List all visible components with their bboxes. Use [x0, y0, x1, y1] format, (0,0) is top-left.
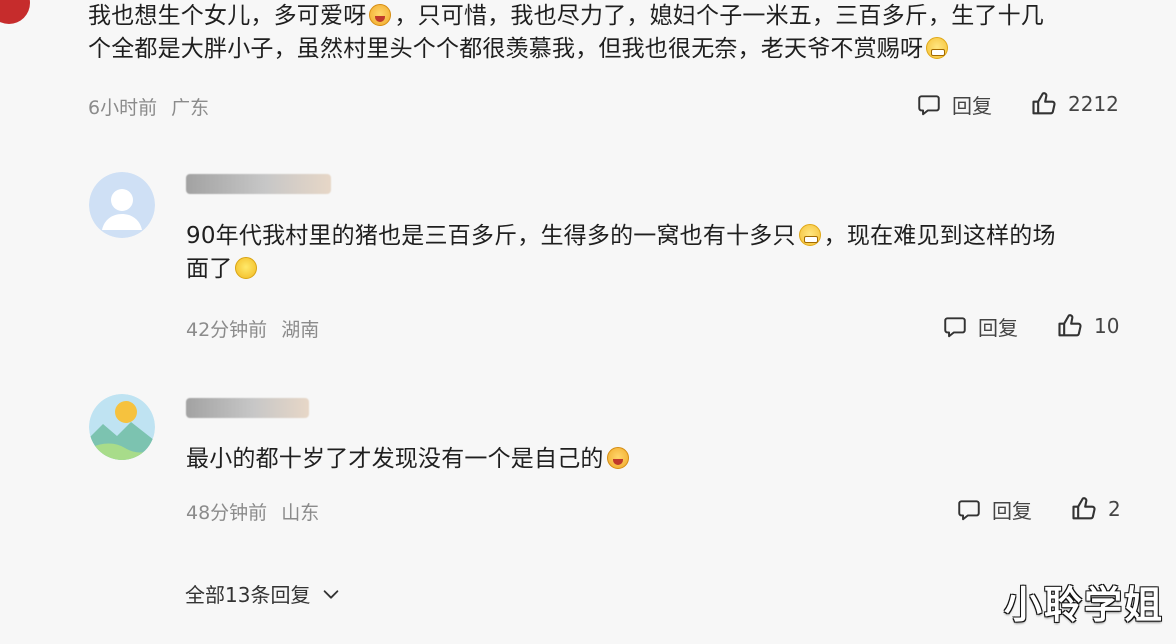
- default-user-avatar-icon: [89, 172, 155, 238]
- comment-2-meta: 42分钟前 湖南: [186, 315, 319, 342]
- grinning-emoji-icon: [798, 224, 821, 246]
- thumbs-up-icon: [1032, 92, 1056, 115]
- comment-3-like-count: 2: [1108, 497, 1121, 521]
- watermark-text: 小聆学姐: [1004, 583, 1165, 627]
- grinning-emoji-icon: [926, 37, 949, 60]
- avatar-landscape-user[interactable]: [89, 394, 155, 460]
- comment-1-reply-label: 回复: [952, 94, 992, 118]
- comment-bubble-icon: [918, 94, 940, 115]
- comment-1-time: 6小时前: [88, 97, 158, 119]
- comment-3-location: 山东: [281, 502, 320, 524]
- comment-1-meta: 6小时前 广东: [88, 93, 209, 120]
- comment-3-text: 最小的都十岁了才发现没有一个是自己的: [186, 443, 1086, 476]
- expand-all-replies-button[interactable]: 全部13条回复: [185, 579, 342, 608]
- comment-bubble-icon: [958, 499, 980, 520]
- thumbs-up-icon: [1058, 314, 1082, 337]
- smiling-emoji-icon: [235, 257, 258, 280]
- comment-2-like-button[interactable]: 10: [1056, 312, 1119, 340]
- comment-1-like-button[interactable]: 2212: [1030, 90, 1119, 118]
- comment-2-reply-button[interactable]: 回复: [942, 312, 1018, 341]
- landscape-avatar-icon: [89, 394, 155, 460]
- comment-2-time: 42分钟前: [186, 319, 268, 341]
- comment-1-location: 广东: [171, 97, 210, 119]
- thumbs-up-icon: [1072, 497, 1096, 520]
- laughing-emoji-icon: [606, 447, 629, 469]
- comment-1-like-count: 2212: [1068, 92, 1119, 116]
- comment-1-text: 我也想生个女儿，多可爱呀 ，只可惜，我也尽力了，媳妇个子一米五，三百多斤，生了十几…: [88, 0, 1148, 67]
- comment-1-line-1: 我也想生个女儿，多可爱呀 ，只可惜，我也尽力了，媳妇个子一米五，三百多斤，生了十几: [88, 3, 1045, 29]
- comment-1-line-2: 个全都是大胖小子，虽然村里头个个都很羡慕我，但我也很无奈，老天爷不赏赐呀: [88, 33, 1148, 66]
- comment-3-username-blurred[interactable]: [186, 398, 309, 418]
- comment-2-username-blurred[interactable]: [186, 174, 331, 194]
- avatar-default-user[interactable]: [89, 172, 155, 238]
- comment-1-reply-button[interactable]: 回复: [916, 90, 992, 119]
- comment-3-time: 48分钟前: [186, 502, 268, 524]
- laughing-emoji-icon: [369, 4, 392, 26]
- comment-2-location: 湖南: [281, 319, 320, 341]
- comment-3-like-button[interactable]: 2: [1070, 495, 1121, 523]
- comment-3-reply-label: 回复: [992, 499, 1032, 523]
- comment-2-like-count: 10: [1094, 314, 1120, 338]
- comment-3-meta: 48分钟前 山东: [186, 498, 319, 525]
- comment-3-reply-button[interactable]: 回复: [956, 495, 1032, 524]
- avatar-top-commenter[interactable]: [0, 0, 30, 24]
- expand-replies-label: 全部13条回复: [185, 583, 311, 607]
- comment-bubble-icon: [944, 316, 966, 337]
- comment-2-text: 90年代我村里的猪也是三百多斤，生得多的一窝也有十多只 ，现在难见到这样的场 面了: [186, 220, 1156, 287]
- comment-2-line-2: 面了: [186, 253, 1156, 286]
- comment-2-reply-label: 回复: [978, 316, 1018, 340]
- chevron-down-icon: [324, 589, 339, 599]
- comment-2-line-1: 90年代我村里的猪也是三百多斤，生得多的一窝也有十多只 ，现在难见到这样的场: [186, 223, 1056, 249]
